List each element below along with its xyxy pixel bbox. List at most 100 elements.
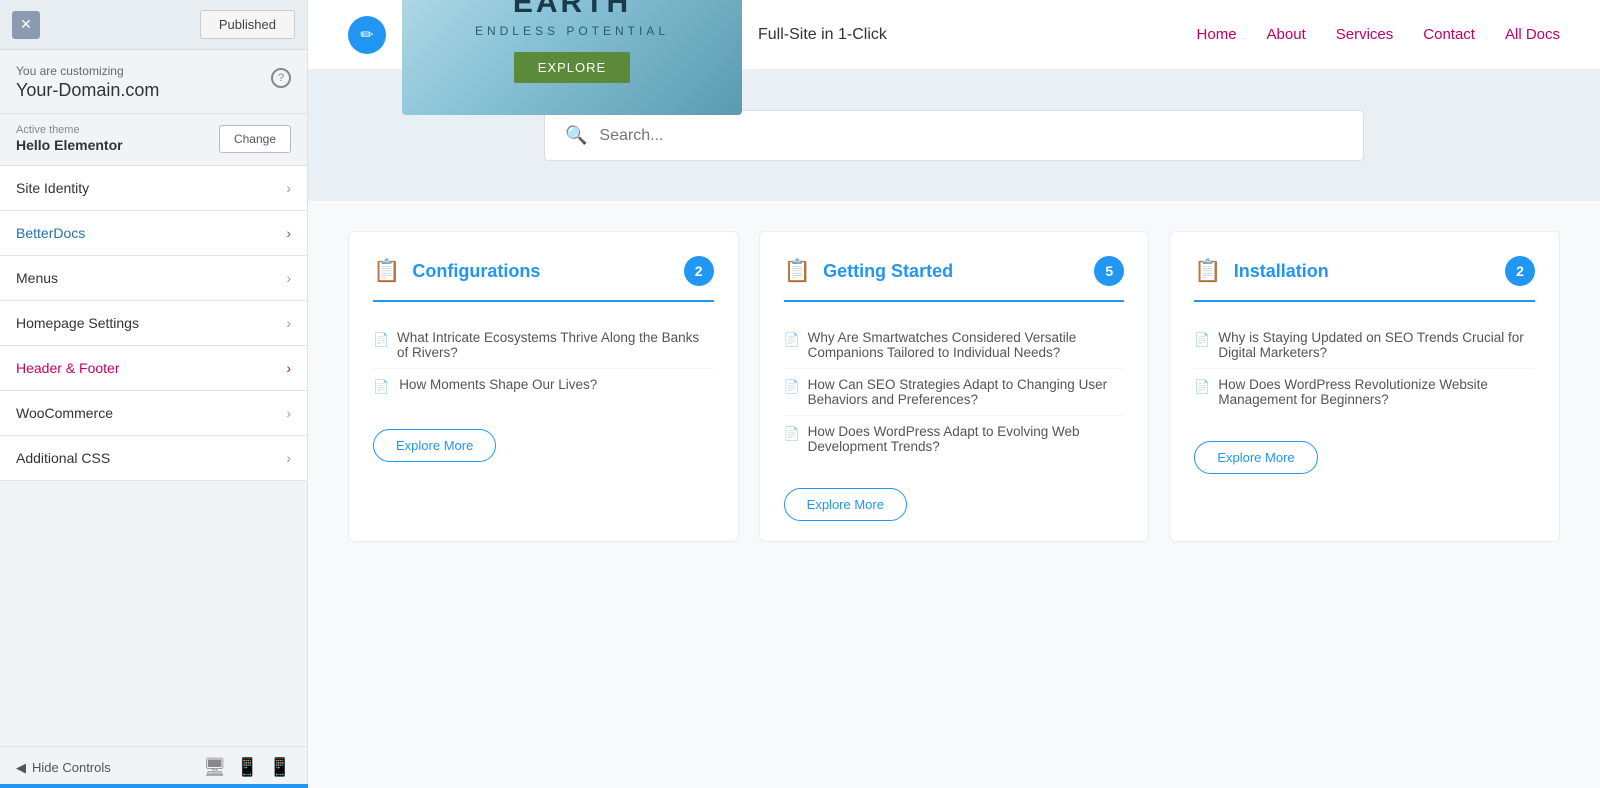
docs-section: 📋 Configurations 2 📄 What Intricate Ecos… xyxy=(308,201,1600,572)
theme-label: Active theme xyxy=(16,124,123,136)
chevron-right-icon: › xyxy=(286,315,291,331)
document-icon: 📄 xyxy=(373,332,387,348)
doc-card-configurations: 📋 Configurations 2 📄 What Intricate Ecos… xyxy=(348,231,739,542)
count-badge: 2 xyxy=(684,256,714,286)
doc-list-item[interactable]: 📄 How Does WordPress Revolutionize Websi… xyxy=(1194,369,1535,415)
document-icon: 📄 xyxy=(373,379,389,395)
doc-list-item[interactable]: 📄 What Intricate Ecosystems Thrive Along… xyxy=(373,322,714,369)
sidebar-item-menus[interactable]: Menus › xyxy=(0,256,307,301)
doc-card-getting-started: 📋 Getting Started 5 📄 Why Are Smartwatch… xyxy=(759,231,1150,542)
doc-card-installation: 📋 Installation 2 📄 Why is Staying Update… xyxy=(1169,231,1560,542)
doc-item-text: Why Are Smartwatches Considered Versatil… xyxy=(808,330,1125,360)
sidebar-item-header-footer[interactable]: Header & Footer › xyxy=(0,346,307,391)
card-icon: 📋 xyxy=(784,258,811,284)
doc-item-text: How Does WordPress Adapt to Evolving Web… xyxy=(808,424,1125,454)
customizing-label: You are customizing xyxy=(16,64,159,78)
chevron-right-icon: › xyxy=(286,360,291,376)
top-nav-item-home[interactable]: Home xyxy=(1197,26,1237,43)
banner-area: ✏ EARTH ENDLESS POTENTIAL EXPLORE Full-S… xyxy=(348,0,887,115)
sidebar-item-homepage-settings[interactable]: Homepage Settings › xyxy=(0,301,307,346)
card-title-wrap: 📋 Configurations xyxy=(373,258,540,284)
hide-controls-label: Hide Controls xyxy=(32,760,111,775)
published-button[interactable]: Published xyxy=(200,10,295,39)
doc-list-item[interactable]: 📄 Why is Staying Updated on SEO Trends C… xyxy=(1194,322,1535,369)
explore-more-button[interactable]: Explore More xyxy=(784,488,907,521)
card-title: Installation xyxy=(1234,261,1329,282)
sidebar-item-woocommerce[interactable]: WooCommerce › xyxy=(0,391,307,436)
chevron-right-icon: › xyxy=(286,450,291,466)
card-title-wrap: 📋 Getting Started xyxy=(784,258,953,284)
card-header: 📋 Installation 2 xyxy=(1194,256,1535,302)
desktop-icon[interactable]: 🖥 xyxy=(203,757,226,778)
doc-list-item[interactable]: 📄 Why Are Smartwatches Considered Versat… xyxy=(784,322,1125,369)
view-icons-group: 🖥 📱 📱 xyxy=(203,757,291,778)
card-title: Configurations xyxy=(412,261,540,282)
top-nav-item-all-docs[interactable]: All Docs xyxy=(1505,26,1560,43)
card-title: Getting Started xyxy=(823,261,953,282)
document-icon: 📄 xyxy=(1194,332,1208,348)
top-bar: ✏ EARTH ENDLESS POTENTIAL EXPLORE Full-S… xyxy=(308,0,1600,70)
tablet-icon[interactable]: 📱 xyxy=(236,757,258,778)
doc-list: 📄 Why Are Smartwatches Considered Versat… xyxy=(784,322,1125,462)
sidebar-item-additional-css[interactable]: Additional CSS › xyxy=(0,436,307,481)
card-title-wrap: 📋 Installation xyxy=(1194,258,1328,284)
top-nav-item-services[interactable]: Services xyxy=(1336,26,1394,43)
doc-list-item[interactable]: 📄 How Does WordPress Adapt to Evolving W… xyxy=(784,416,1125,462)
mobile-icon[interactable]: 📱 xyxy=(269,757,291,778)
doc-list: 📄 Why is Staying Updated on SEO Trends C… xyxy=(1194,322,1535,415)
doc-item-text: How Moments Shape Our Lives? xyxy=(399,377,597,392)
edit-icon[interactable]: ✏ xyxy=(348,16,386,54)
doc-item-text: What Intricate Ecosystems Thrive Along t… xyxy=(397,330,714,360)
doc-list-item[interactable]: 📄 How Moments Shape Our Lives? xyxy=(373,369,714,403)
card-icon: 📋 xyxy=(373,258,400,284)
document-icon: 📄 xyxy=(1194,379,1208,395)
doc-list-item[interactable]: 📄 How Can SEO Strategies Adapt to Changi… xyxy=(784,369,1125,416)
banner-image: EARTH ENDLESS POTENTIAL EXPLORE xyxy=(402,0,742,115)
explore-more-button[interactable]: Explore More xyxy=(373,429,496,462)
chevron-right-icon: › xyxy=(286,405,291,421)
document-icon: 📄 xyxy=(784,426,798,442)
sidebar-item-site-identity[interactable]: Site Identity › xyxy=(0,166,307,211)
document-icon: 📄 xyxy=(784,332,798,348)
sidebar-item-label: Additional CSS xyxy=(16,450,110,466)
doc-list: 📄 What Intricate Ecosystems Thrive Along… xyxy=(373,322,714,403)
explore-more-button[interactable]: Explore More xyxy=(1194,441,1317,474)
chevron-right-icon: › xyxy=(286,270,291,286)
sidebar-item-label: Site Identity xyxy=(16,180,89,196)
top-navigation: Home About Services Contact All Docs xyxy=(1197,26,1560,43)
sidebar-item-label: Menus xyxy=(16,270,58,286)
hide-controls-button[interactable]: ◀ Hide Controls xyxy=(16,760,111,776)
main-content: ✏ EARTH ENDLESS POTENTIAL EXPLORE Full-S… xyxy=(308,0,1600,788)
panel-footer: ◀ Hide Controls 🖥 📱 📱 xyxy=(0,746,307,788)
progress-bar xyxy=(0,784,308,788)
domain-name: Your-Domain.com xyxy=(16,80,159,101)
change-theme-button[interactable]: Change xyxy=(219,125,291,153)
search-input[interactable] xyxy=(599,127,1343,145)
theme-section: Active theme Hello Elementor Change xyxy=(0,114,307,166)
chevron-right-icon: › xyxy=(286,180,291,196)
sidebar-item-label: BetterDocs xyxy=(16,225,85,241)
chevron-left-icon: ◀ xyxy=(16,760,26,776)
full-site-text: Full-Site in 1-Click xyxy=(758,26,887,44)
top-nav-item-about[interactable]: About xyxy=(1267,26,1306,43)
sidebar-item-label: Header & Footer xyxy=(16,360,120,376)
count-badge: 2 xyxy=(1505,256,1535,286)
doc-item-text: How Can SEO Strategies Adapt to Changing… xyxy=(808,377,1125,407)
count-badge: 5 xyxy=(1094,256,1124,286)
theme-name: Hello Elementor xyxy=(16,137,123,153)
banner-explore-button[interactable]: EXPLORE xyxy=(514,52,630,83)
search-bar: 🔍 xyxy=(544,110,1364,161)
panel-header: ✕ Published xyxy=(0,0,307,50)
sidebar-item-betterdocs[interactable]: BetterDocs › xyxy=(0,211,307,256)
help-icon[interactable]: ? xyxy=(271,68,291,88)
top-nav-item-contact[interactable]: Contact xyxy=(1423,26,1475,43)
customizing-section: You are customizing Your-Domain.com ? xyxy=(0,50,307,114)
chevron-right-icon: › xyxy=(286,225,291,241)
document-icon: 📄 xyxy=(784,379,798,395)
card-icon: 📋 xyxy=(1194,258,1221,284)
banner-title: EARTH xyxy=(513,0,631,20)
sidebar-item-label: WooCommerce xyxy=(16,405,113,421)
close-button[interactable]: ✕ xyxy=(12,11,40,39)
banner-subtitle: ENDLESS POTENTIAL xyxy=(475,24,669,38)
customizer-panel: ✕ Published You are customizing Your-Dom… xyxy=(0,0,308,788)
